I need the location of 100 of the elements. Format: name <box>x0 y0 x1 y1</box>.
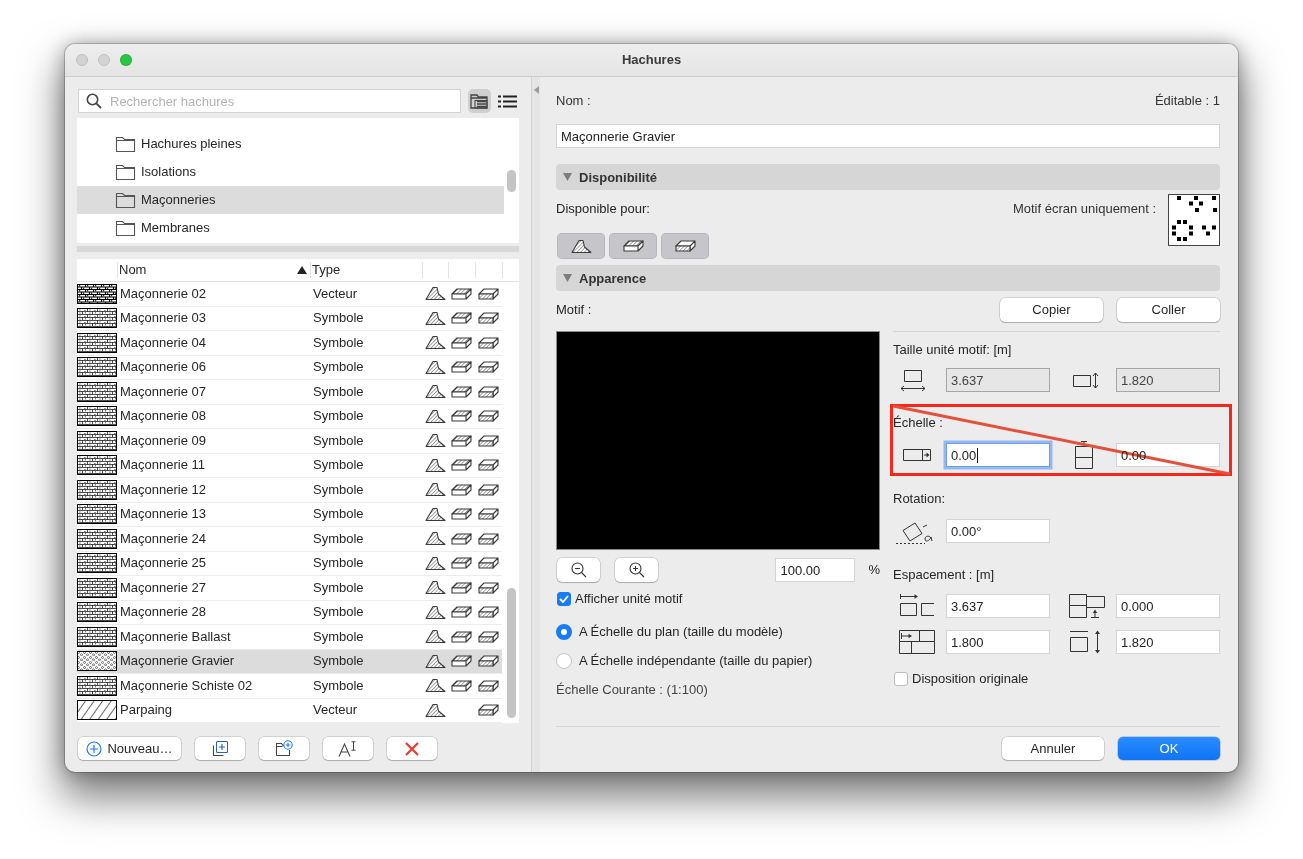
table-row[interactable]: Maçonnerie 07 Symbole <box>77 380 502 405</box>
table-cell-text: Maçonnerie 02 <box>119 285 207 302</box>
horizontal-spacing-icon <box>898 593 936 619</box>
brick-pattern-icon <box>77 504 117 525</box>
field-label: Rotation: <box>893 491 947 507</box>
collapse-arrow-icon <box>533 86 539 94</box>
radio-button[interactable] <box>556 624 572 640</box>
table-cell-text: Maçonnerie 07 <box>119 383 207 400</box>
number-field[interactable]: 1.820 <box>1116 630 1220 654</box>
number-field[interactable]: 0.00 <box>946 443 1050 467</box>
table-cell-text: Maçonnerie 03 <box>119 310 207 327</box>
column-header[interactable]: Nom <box>118 259 295 281</box>
field-label: Taille unité motif: [m] <box>893 342 1013 358</box>
table-cell-text: Maçonnerie 13 <box>119 506 207 523</box>
availability-toggle[interactable] <box>661 233 709 259</box>
table-row[interactable]: Maçonnerie Ballast Symbole <box>77 625 502 650</box>
table-row[interactable]: Maçonnerie 25 Symbole <box>77 551 502 576</box>
search-field[interactable]: Rechercher hachures <box>78 89 461 113</box>
table-cell-text: Symbole <box>312 310 365 327</box>
folder-item[interactable]: Isolations <box>77 158 504 186</box>
number-field[interactable]: 1.800 <box>946 630 1050 654</box>
folder-item[interactable]: Maçonneries <box>77 186 504 214</box>
number-field[interactable]: 3.637 <box>946 594 1050 618</box>
table-row[interactable]: Parpaing Vecteur <box>77 698 502 723</box>
section-header[interactable]: Disponibilité <box>556 164 1220 190</box>
zoom-field[interactable]: 100.00 <box>775 558 856 582</box>
brick-pattern-icon <box>77 332 117 353</box>
section-header[interactable]: Apparence <box>556 265 1220 291</box>
table-cell-text: Vecteur <box>312 702 359 719</box>
duplicate-button[interactable] <box>195 737 245 760</box>
table-row[interactable]: Maçonnerie 12 Symbole <box>77 478 502 503</box>
zoom-in-button[interactable] <box>615 558 658 582</box>
name-field[interactable]: Maçonnerie Gravier <box>556 124 1220 148</box>
new-button[interactable]: Nouveau… <box>78 737 181 760</box>
brick-pattern-icon <box>77 430 117 451</box>
table-row[interactable]: Maçonnerie 27 Symbole <box>77 576 502 601</box>
table-row[interactable]: Maçonnerie Schiste 02 Symbole <box>77 674 502 699</box>
table-cell-text: Symbole <box>312 628 365 645</box>
folder-plus-icon <box>275 740 293 757</box>
brick-pattern-icon <box>77 602 117 623</box>
table-cell-text: Symbole <box>312 579 365 596</box>
cancel-button[interactable]: Annuler <box>1002 737 1104 760</box>
checkbox[interactable] <box>557 592 571 606</box>
scrollbar-thumb[interactable] <box>507 588 516 718</box>
radio-button[interactable] <box>556 653 572 669</box>
arrow-box-icon <box>903 448 931 462</box>
table-row[interactable]: Maçonnerie 08 Symbole <box>77 404 502 429</box>
table-cell-text: Parpaing <box>119 702 174 719</box>
folder-icon <box>115 135 136 153</box>
brick-pattern-icon <box>77 479 117 500</box>
table-cell-text: Maçonnerie Schiste 02 <box>119 677 254 694</box>
screen-pattern-swatch[interactable] <box>1168 194 1220 246</box>
checkbox-label: Disposition originale <box>912 671 1029 687</box>
table-row[interactable]: Maçonnerie Gravier Symbole <box>77 649 502 674</box>
field-label: Échelle : <box>893 415 944 431</box>
table-row[interactable]: Maçonnerie 11 Symbole <box>77 453 502 478</box>
table-row[interactable]: Maçonnerie 03 Symbole <box>77 306 502 331</box>
list-icon <box>498 94 517 108</box>
table-row[interactable]: Maçonnerie 28 Symbole <box>77 600 502 625</box>
new-folder-button[interactable] <box>259 737 309 760</box>
table-row[interactable]: Maçonnerie 06 Symbole <box>77 355 502 380</box>
folder-item[interactable]: Membranes <box>77 214 504 242</box>
table-row[interactable]: Maçonnerie 09 Symbole <box>77 429 502 454</box>
zoom-out-icon <box>570 562 587 578</box>
brick-pattern-icon <box>77 626 117 647</box>
scrollbar-thumb[interactable] <box>507 170 516 192</box>
checkbox-label: Afficher unité motif <box>575 591 683 607</box>
width-arrow-icon <box>900 368 926 392</box>
brick-pattern-icon <box>77 553 117 574</box>
table-row[interactable]: Maçonnerie 24 Symbole <box>77 527 502 552</box>
table-cell-text: Maçonnerie 12 <box>119 481 207 498</box>
zoom-out-button[interactable] <box>557 558 600 582</box>
hatched-front-slab-icon <box>674 240 696 252</box>
folder-view-button[interactable] <box>468 89 491 113</box>
table-row[interactable]: Maçonnerie 04 Symbole <box>77 331 502 356</box>
delete-button[interactable] <box>387 737 437 760</box>
table-cell-text: Vecteur <box>312 285 359 302</box>
folder-icon <box>115 219 136 237</box>
gravel-pattern-icon <box>77 651 117 672</box>
table-cell-text: Maçonnerie 27 <box>119 579 207 596</box>
ok-button[interactable]: OK <box>1118 737 1220 760</box>
rename-button[interactable] <box>323 737 373 760</box>
row-shift-icon <box>898 629 936 655</box>
checkbox[interactable] <box>894 672 908 686</box>
table-row[interactable]: Maçonnerie 02 Vecteur <box>77 282 502 307</box>
availability-toggle[interactable] <box>557 233 605 259</box>
angle-field[interactable]: 0.00° <box>946 519 1050 543</box>
copy-button[interactable]: Copier <box>1000 298 1103 322</box>
availability-toggle[interactable] <box>609 233 657 259</box>
field-label: Nom : <box>556 93 591 109</box>
column-header[interactable]: Type <box>295 259 422 281</box>
table-row[interactable]: Maçonnerie 13 Symbole <box>77 502 502 527</box>
folder-item[interactable]: Hachures pleines <box>77 130 504 158</box>
number-field[interactable]: 0.000 <box>1116 594 1220 618</box>
plus-circle-icon <box>86 740 103 757</box>
paste-button[interactable]: Coller <box>1117 298 1220 322</box>
height-arrow-icon <box>1072 371 1099 389</box>
table-cell-text: Symbole <box>312 555 365 572</box>
zoom-button[interactable] <box>120 54 132 66</box>
table-cell-text: Maçonnerie 09 <box>119 432 207 449</box>
